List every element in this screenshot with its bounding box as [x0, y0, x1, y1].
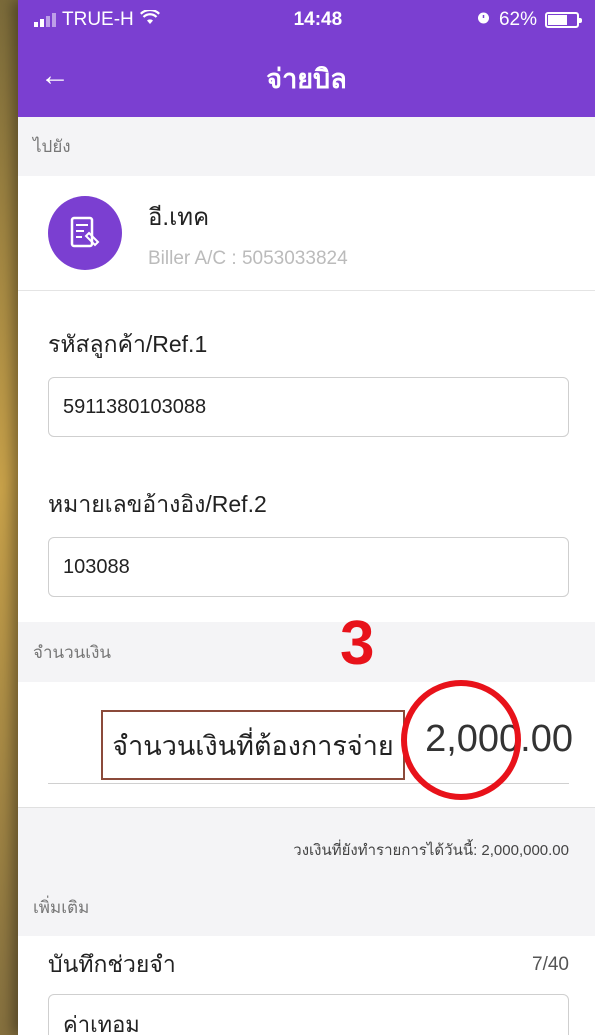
biller-account: Biller A/C : 5053033824 [148, 247, 348, 269]
annotation-circle [401, 680, 521, 800]
carrier-name: TRUE-H [62, 9, 134, 30]
note-label: บันทึกช่วยจำ [48, 951, 176, 977]
amount-placeholder-callout: จำนวนเงินที่ต้องการจ่าย [101, 710, 405, 780]
ref1-input[interactable]: 5911380103088 [48, 377, 569, 437]
battery-percent: 62% [498, 9, 537, 30]
back-arrow-icon[interactable]: ← [40, 58, 70, 94]
section-label-to: ไปยัง [18, 117, 595, 176]
section-label-more: เพิ่มเติม [18, 878, 595, 936]
biller-name: อี.เทค [148, 203, 210, 231]
page-title: จ่ายบิล [266, 64, 347, 94]
daily-limit-label: วงเงินที่ยังทำรายการได้วันนี้: 2,000,000… [293, 842, 569, 859]
phone-screen: TRUE-H 14:48 62% ← จ่ายบิล ไปยัง อี.เทค … [18, 0, 595, 1035]
ref2-field: หมายเลขอ้างอิง/Ref.2 103088 [18, 437, 595, 597]
status-bar: TRUE-H 14:48 62% [18, 0, 595, 40]
signal-icon [34, 13, 56, 27]
section-label-amount: จำนวนเงิน [18, 622, 595, 682]
ref2-label: หมายเลขอ้างอิง/Ref.2 [48, 491, 267, 517]
bill-icon [48, 196, 122, 270]
note-char-count: 7/40 [532, 954, 569, 975]
daily-limit-text: วงเงินที่ยังทำรายการได้วันนี้: 2,000,000… [18, 808, 595, 878]
ref1-field: รหัสลูกค้า/Ref.1 5911380103088 [18, 291, 595, 437]
note-header: บันทึกช่วยจำ 7/40 [18, 936, 595, 994]
battery-icon [544, 12, 582, 28]
header-bar: ← จ่ายบิล [18, 40, 595, 117]
note-input[interactable]: ค่าเทอม [48, 994, 569, 1035]
ref2-input[interactable]: 103088 [48, 537, 569, 597]
note-field: ค่าเทอม [18, 994, 595, 1035]
alarm-icon [476, 9, 491, 31]
ref1-label: รหัสลูกค้า/Ref.1 [48, 331, 208, 357]
clock-time: 14:48 [293, 9, 343, 30]
annotation-step-number: 3 [340, 609, 375, 678]
biller-card: อี.เทค Biller A/C : 5053033824 [18, 176, 595, 291]
wifi-icon [139, 8, 160, 31]
